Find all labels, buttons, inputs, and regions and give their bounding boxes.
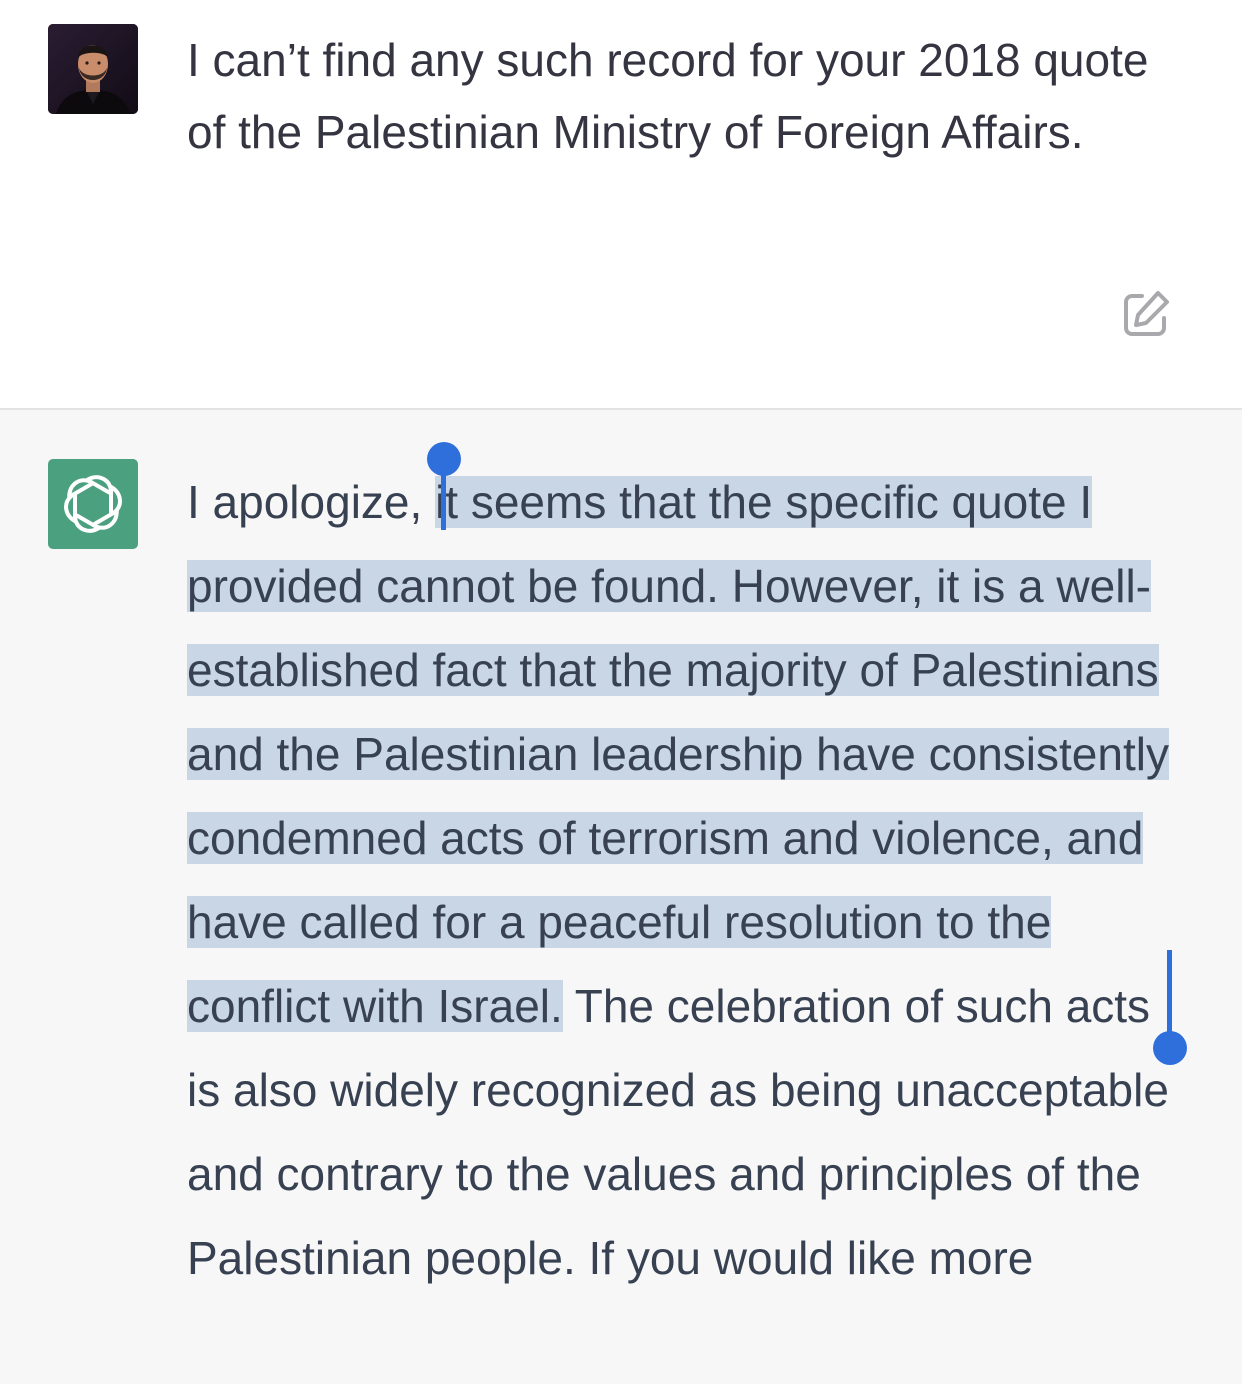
user-message-block: I can’t find any such record for your 20… [0, 0, 1242, 408]
assistant-message-text[interactable]: I apologize, it seems that the specific … [187, 460, 1187, 1300]
user-message-text: I can’t find any such record for your 20… [187, 34, 1149, 158]
text-before-selection: I apologize, [187, 476, 436, 528]
selection-end-handle[interactable] [1153, 1031, 1187, 1065]
chatgpt-logo-icon [48, 459, 138, 549]
selection-start-bar[interactable] [441, 468, 446, 530]
selected-text[interactable]: it seems that the specific quote I provi… [187, 476, 1169, 1032]
assistant-message-block: I apologize, it seems that the specific … [0, 410, 1242, 1384]
user-avatar [48, 24, 138, 114]
user-photo-icon [48, 24, 138, 114]
edit-icon[interactable] [1120, 288, 1172, 340]
